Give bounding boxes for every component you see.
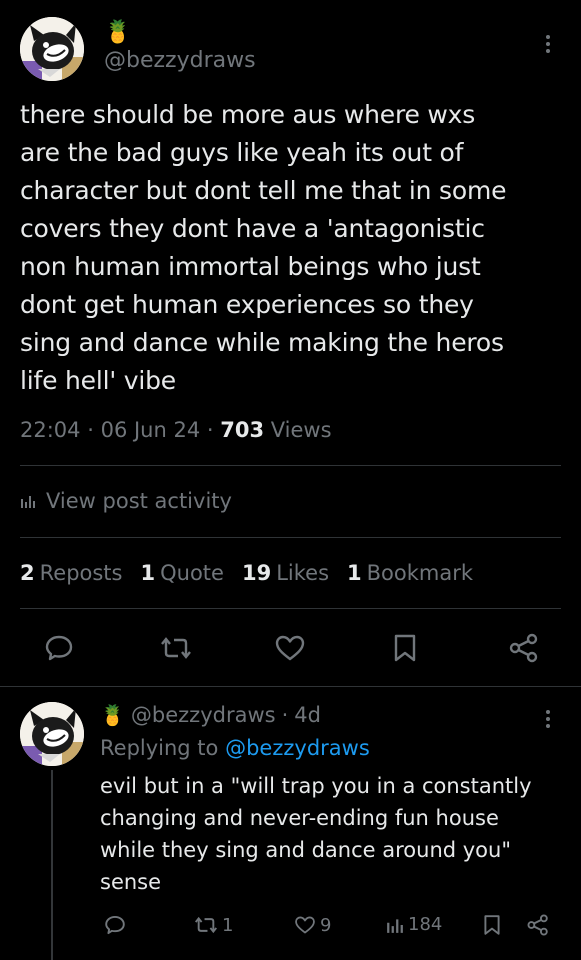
repost-button[interactable]: 1: [194, 914, 233, 936]
replying-to-line: Replying to @bezzydraws: [100, 736, 370, 760]
likes-stat[interactable]: 19 Likes: [242, 561, 329, 585]
pineapple-badge-icon: 🍍: [104, 20, 132, 45]
view-post-activity-button[interactable]: View post activity: [20, 489, 232, 513]
reply-like-count: 9: [320, 914, 332, 936]
divider: [20, 608, 561, 609]
thread-connector-line: [51, 770, 53, 960]
share-button[interactable]: [526, 914, 550, 936]
reply-repost-count: 1: [222, 914, 234, 936]
analytics-icon: [387, 918, 403, 933]
divider: [20, 465, 561, 466]
repost-icon[interactable]: [160, 633, 192, 663]
more-options-icon[interactable]: [546, 707, 552, 731]
author-block: 🍍 @bezzydraws: [104, 20, 256, 74]
reply-text: evil but in a "will trap you in a consta…: [100, 774, 532, 894]
post-text: there should be more aus where wxs are t…: [20, 100, 507, 395]
reply-age[interactable]: 4d: [294, 703, 321, 727]
author-handle[interactable]: @bezzydraws: [104, 48, 256, 73]
reply-button[interactable]: [104, 914, 126, 936]
views-count: 703: [220, 418, 265, 442]
like-icon[interactable]: [274, 633, 306, 663]
like-icon: [295, 916, 315, 934]
bookmark-icon[interactable]: [392, 633, 418, 663]
share-icon: [527, 914, 548, 936]
like-button[interactable]: 9: [294, 914, 331, 936]
bookmark-icon: [484, 915, 500, 935]
reply-header: 🍍 @bezzydraws · 4d: [100, 703, 321, 727]
reply-view-count: 184: [408, 914, 443, 935]
repost-icon: [194, 916, 218, 934]
divider: [20, 537, 561, 538]
reply-author-handle[interactable]: @bezzydraws: [131, 703, 276, 727]
views-label: Views: [270, 418, 332, 442]
views-button[interactable]: 184: [386, 914, 442, 935]
bookmarks-stat[interactable]: 1 Bookmark: [347, 561, 473, 585]
reposts-stat[interactable]: 2 Reposts: [20, 561, 123, 585]
post-date[interactable]: 06 Jun 24: [101, 418, 201, 442]
replying-to-handle[interactable]: @bezzydraws: [225, 736, 370, 760]
quotes-stat[interactable]: 1 Quote: [141, 561, 224, 585]
engagement-stats: 2 Reposts 1 Quote 19 Likes 1 Bookmark: [20, 561, 473, 585]
pineapple-badge-icon: 🍍: [100, 703, 125, 727]
reply-icon[interactable]: [44, 633, 74, 663]
section-divider: [0, 686, 581, 687]
post-meta: 22:04 · 06 Jun 24 · 703 Views: [20, 418, 332, 442]
bookmark-button[interactable]: [482, 914, 502, 936]
more-options-icon[interactable]: [546, 32, 552, 56]
analytics-icon: [21, 496, 35, 508]
post-time[interactable]: 22:04: [20, 418, 81, 442]
reply-icon: [105, 915, 125, 935]
replying-to-label: Replying to: [100, 736, 219, 760]
avatar[interactable]: [20, 702, 84, 766]
view-post-activity-label: View post activity: [46, 489, 232, 513]
share-icon[interactable]: [508, 633, 540, 663]
avatar[interactable]: [20, 17, 84, 81]
